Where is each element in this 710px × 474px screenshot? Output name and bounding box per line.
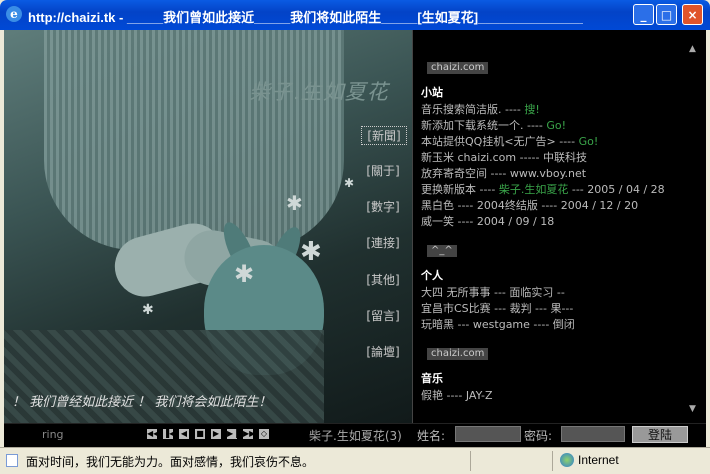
title-bar: e http://chaizi.tk - _____我们曾如此接近_____我们… (0, 0, 710, 30)
back-icon[interactable]: ◀ (179, 429, 189, 439)
nav-about[interactable]: [關于] (361, 162, 405, 179)
news-link[interactable]: 柴子.生如夏花 (499, 183, 569, 196)
news-item: 更换新版本 ---- 柴子.生如夏花 --- 2005 / 04 / 28 (421, 183, 665, 196)
nav-links[interactable]: [連接] (361, 234, 405, 251)
nav-forum[interactable]: [論壇] (361, 343, 405, 360)
previous-icon[interactable]: ▐◀ (163, 429, 175, 439)
news-item: 黑白色 ---- 2004终结版 ---- 2004 / 12 / 20 (421, 199, 639, 212)
news-item: 威一笑 ---- 2004 / 09 / 18 (421, 215, 555, 228)
news-panel: chaizi.com 小站 音乐搜索简洁版. ---- 搜! 新添加下载系统一个… (417, 40, 687, 418)
sparkle-icon: ✱ (344, 176, 355, 190)
list-item: 玩暗黑 --- westgame ---- 倒闭 (421, 318, 575, 331)
rewind-icon[interactable]: ◀◀ (147, 429, 159, 439)
news-item: 本站提供QQ挂机<无广告> ---- Go! (421, 135, 599, 148)
section-heading: 个人 (421, 269, 443, 282)
ring-label: ring (42, 428, 64, 441)
news-item: 音乐搜索简洁版. ---- 搜! (421, 103, 540, 116)
news-link[interactable]: Go! (546, 119, 566, 132)
maximize-button[interactable]: □ (656, 4, 677, 25)
list-item: 大四 无所事事 --- 面临实习 -- (421, 286, 565, 299)
news-item: 新添加下载系统一个. ---- Go! (421, 119, 567, 132)
status-bar: 面对时间，我们无能为力。面对感情，我们哀伤不息。 Internet (0, 447, 710, 474)
ie-icon: e (6, 6, 22, 22)
play-icon[interactable]: ▶ (211, 429, 221, 439)
news-item: 新玉米 chaizi.com ----- 中联科技 (421, 151, 587, 164)
password-label: 密码: (524, 429, 553, 443)
window-title: http://chaizi.tk - _____我们曾如此接近_____我们将如… (28, 10, 583, 25)
internet-zone-icon (560, 453, 574, 467)
list-item: 宜昌市CS比赛 --- 裁判 --- 果--- (421, 302, 574, 315)
zone-label: Internet (578, 453, 619, 467)
sparkle-icon: ✱ (286, 191, 303, 215)
page-icon (6, 454, 18, 467)
next-icon[interactable]: ▶▐ (227, 429, 239, 439)
slogan: ！ 我们曾经如此接近 ！ 我们将会如此陌生！ (12, 395, 272, 410)
name-input[interactable] (455, 426, 521, 442)
stop-icon[interactable]: ■ (195, 429, 205, 439)
section-heading: 小站 (421, 86, 443, 99)
news-item: 放弃寄奇空间 ---- www.vboy.net (421, 167, 587, 180)
nav-news[interactable]: [新聞] (361, 126, 407, 145)
divider (412, 30, 413, 423)
section-heading: 音乐 (421, 372, 443, 385)
scroll-up-icon[interactable]: ▲ (689, 44, 696, 54)
section-tag: chaizi.com (427, 62, 489, 74)
name-label: 姓名: (417, 429, 446, 443)
list-item: 假艳 ---- JAY-Z (421, 389, 493, 402)
minimize-button[interactable]: _ (633, 4, 654, 25)
scroll-down-icon[interactable]: ▼ (689, 404, 696, 414)
nav-guestbook[interactable]: [留言] (361, 307, 405, 324)
forward-icon[interactable]: ▶▶ (243, 429, 255, 439)
password-input[interactable] (561, 426, 625, 442)
mode-icon[interactable]: ◇ (259, 429, 269, 439)
login-button[interactable]: 登陆 (632, 426, 688, 443)
section-tag: ^_^ (427, 245, 457, 257)
close-button[interactable]: × (682, 4, 703, 25)
site-title: 柴子.生如夏花 (249, 80, 389, 104)
song-title: 柴子.生如夏花(3) (309, 429, 402, 443)
page-content: ✱ ✱ ✱ ✱ ✱ 柴子.生如夏花 [新聞] [關于] [數字] [連接] [其… (4, 30, 706, 447)
nav-other[interactable]: [其他] (361, 271, 405, 288)
sparkle-icon: ✱ (142, 302, 154, 318)
sparkle-icon: ✱ (234, 260, 255, 288)
section-tag: chaizi.com (427, 348, 489, 360)
news-link[interactable]: Go! (579, 135, 599, 148)
panel-scrollbar[interactable]: ▲ ▼ (687, 40, 701, 418)
nav-digital[interactable]: [數字] (361, 198, 405, 215)
news-link[interactable]: 搜! (524, 103, 539, 116)
player-bar: ring ◀◀ ▐◀ ◀ ■ ▶ ▶▐ ▶▶ ◇ 柴子.生如夏花(3) 姓名: … (4, 423, 706, 447)
sparkle-icon: ✱ (300, 237, 322, 267)
status-text: 面对时间，我们无能为力。面对感情，我们哀伤不息。 (26, 455, 315, 469)
